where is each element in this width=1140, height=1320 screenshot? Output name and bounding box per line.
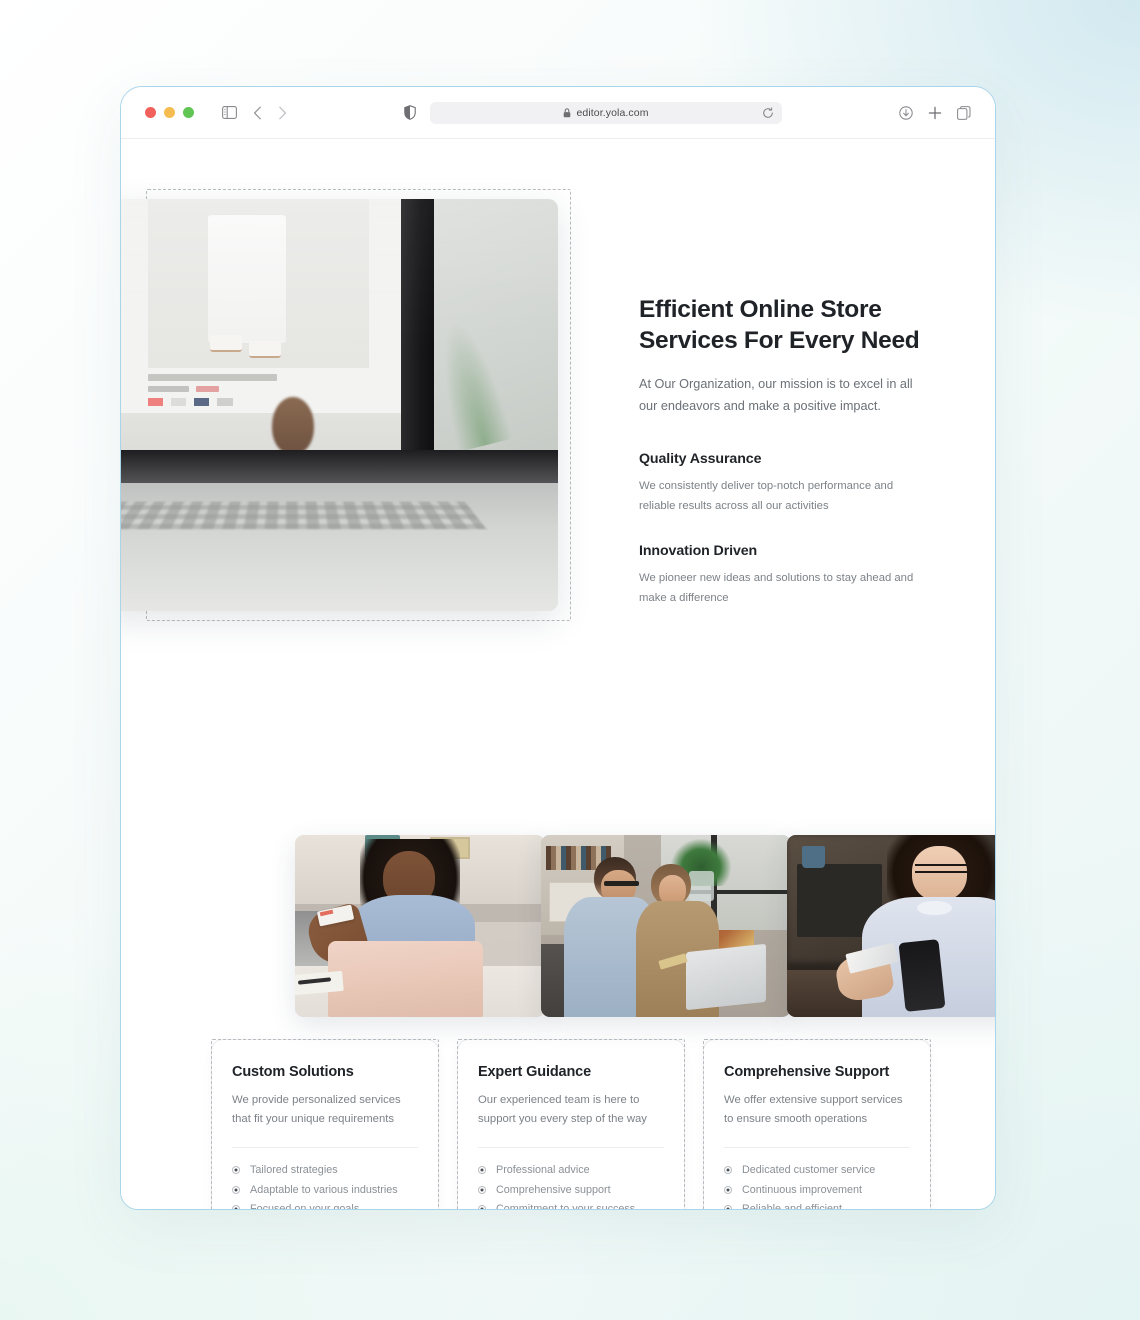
page-canvas: Efficient Online Store Services For Ever…: [121, 139, 995, 1209]
divider: [232, 1146, 418, 1148]
list-item: Dedicated customer service: [724, 1161, 910, 1180]
list-item-label: Reliable and efficient: [742, 1202, 843, 1210]
list-item-label: Comprehensive support: [496, 1183, 611, 1196]
list-item-label: Professional advice: [496, 1164, 590, 1177]
tab-overview-icon[interactable]: [957, 105, 971, 120]
card-image[interactable]: [541, 835, 791, 1017]
list-item-label: Continuous improvement: [742, 1183, 863, 1196]
list-item-label: Dedicated customer service: [742, 1164, 876, 1177]
list-item: Commitment to your success: [478, 1199, 664, 1210]
bullet-icon: [232, 1185, 240, 1194]
photo-couple-laptop: [541, 835, 791, 1017]
browser-toolbar: editor.yola.com: [121, 87, 995, 139]
service-card[interactable]: Custom Solutions We provide personalized…: [211, 1039, 439, 1210]
bullet-icon: [724, 1185, 732, 1194]
hero-subtext: At Our Organization, our mission is to e…: [639, 376, 913, 413]
hero-image[interactable]: [121, 199, 558, 611]
card-title: Comprehensive Support: [724, 1064, 890, 1080]
list-item: Adaptable to various industries: [232, 1180, 418, 1199]
back-button[interactable]: [253, 106, 262, 120]
feature-body: We consistently deliver top-notch perfor…: [639, 480, 894, 513]
bullet-icon: [478, 1185, 486, 1194]
plus-icon[interactable]: [928, 106, 942, 120]
feature-title: Quality Assurance: [639, 451, 762, 468]
list-item: Reliable and efficient: [724, 1199, 910, 1210]
list-item-label: Tailored strategies: [250, 1164, 338, 1177]
card-description: We offer extensive support services to e…: [724, 1094, 903, 1126]
service-card[interactable]: Expert Guidance Our experienced team is …: [457, 1039, 685, 1210]
card-bullet-list: Tailored strategies Adaptable to various…: [232, 1161, 418, 1210]
feature-title: Innovation Driven: [639, 543, 758, 560]
feature-innovation-driven: Innovation Driven We pioneer new ideas a…: [639, 543, 929, 608]
minimize-window-button[interactable]: [164, 107, 175, 118]
card-image[interactable]: [787, 835, 995, 1017]
list-item-label: Adaptable to various industries: [250, 1183, 398, 1196]
browser-window: editor.yola.com Efficient Online Store S…: [120, 86, 996, 1210]
list-item: Tailored strategies: [232, 1161, 418, 1180]
reload-icon[interactable]: [762, 106, 774, 119]
shield-icon[interactable]: [404, 105, 416, 120]
card-image[interactable]: [295, 835, 545, 1017]
divider: [478, 1146, 664, 1148]
card-bullet-list: Dedicated customer service Continuous im…: [724, 1161, 910, 1210]
card-bullet-list: Professional advice Comprehensive suppor…: [478, 1161, 664, 1210]
hero-text-block: Efficient Online Store Services For Ever…: [639, 294, 929, 609]
laptop-photo: [121, 199, 558, 611]
feature-body: We pioneer new ideas and solutions to st…: [639, 572, 914, 605]
address-bar[interactable]: editor.yola.com: [430, 101, 782, 124]
forward-button[interactable]: [278, 106, 287, 120]
list-item: Continuous improvement: [724, 1180, 910, 1199]
card-title: Custom Solutions: [232, 1064, 354, 1080]
photo-woman-credit-card: [295, 835, 545, 1017]
zoom-window-button[interactable]: [183, 107, 194, 118]
divider: [724, 1146, 910, 1148]
list-item-label: Commitment to your success: [496, 1202, 636, 1210]
bullet-icon: [724, 1166, 732, 1175]
download-icon[interactable]: [899, 105, 913, 120]
service-card[interactable]: Comprehensive Support We offer extensive…: [703, 1039, 931, 1210]
bullet-icon: [724, 1204, 732, 1209]
card-description: We provide personalized services that fi…: [232, 1094, 401, 1126]
list-item: Focused on your goals: [232, 1199, 418, 1210]
list-item: Comprehensive support: [478, 1180, 664, 1199]
url-text: editor.yola.com: [576, 106, 649, 119]
bullet-icon: [478, 1204, 486, 1209]
bullet-icon: [232, 1204, 240, 1209]
list-item: Professional advice: [478, 1161, 664, 1180]
bullet-icon: [478, 1166, 486, 1175]
hero-heading: Efficient Online Store Services For Ever…: [639, 296, 920, 355]
card-title: Expert Guidance: [478, 1064, 591, 1080]
feature-quality-assurance: Quality Assurance We consistently delive…: [639, 451, 929, 516]
list-item-label: Focused on your goals: [250, 1202, 360, 1210]
bullet-icon: [232, 1166, 240, 1175]
lock-icon: [563, 107, 571, 118]
sidebar-icon[interactable]: [222, 106, 237, 119]
window-controls[interactable]: [145, 107, 194, 118]
photo-woman-phone-payment: [787, 835, 995, 1017]
close-window-button[interactable]: [145, 107, 156, 118]
card-description: Our experienced team is here to support …: [478, 1094, 647, 1126]
